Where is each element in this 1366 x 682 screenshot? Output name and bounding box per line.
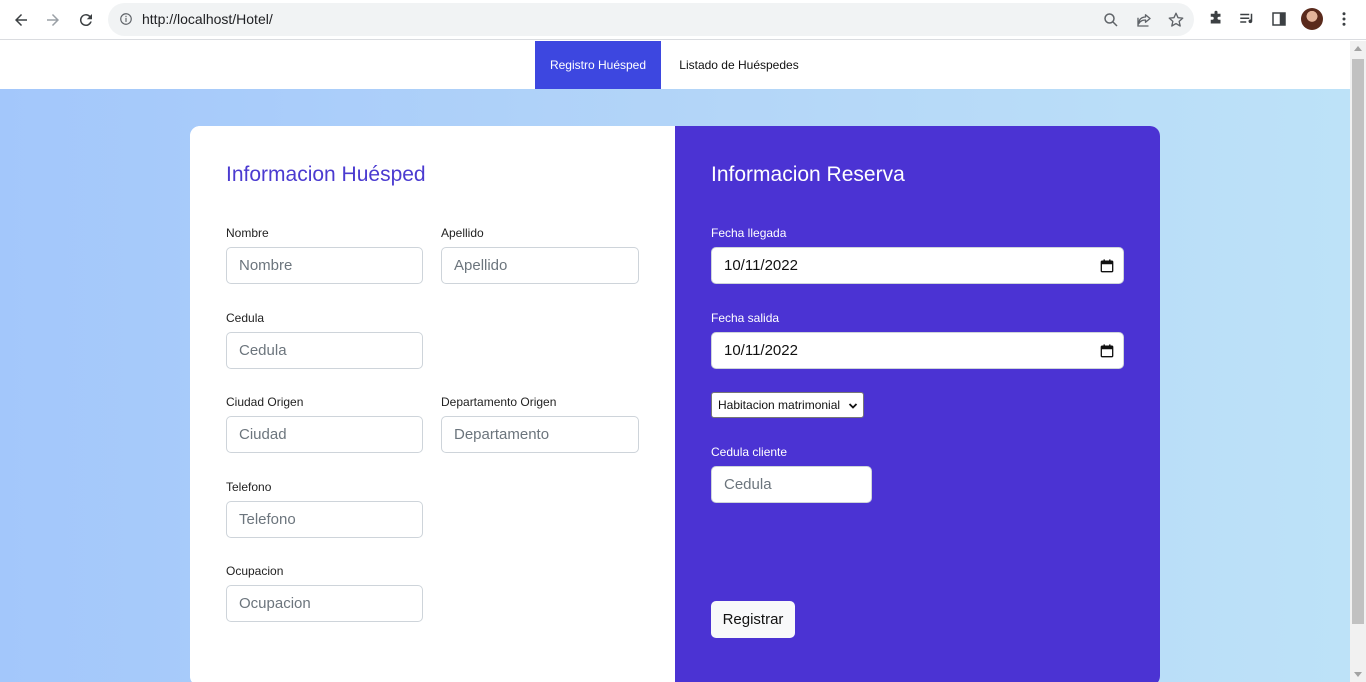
tab-listado-huespedes[interactable]: Listado de Huéspedes bbox=[669, 41, 809, 89]
share-icon[interactable] bbox=[1135, 11, 1153, 29]
nombre-label: Nombre bbox=[226, 226, 269, 240]
departamento-label: Departamento Origen bbox=[441, 395, 557, 409]
fecha-llegada-input[interactable]: 10/11/2022 bbox=[711, 247, 1124, 284]
bookmark-star-icon[interactable] bbox=[1167, 11, 1185, 29]
telefono-label: Telefono bbox=[226, 480, 272, 494]
chevron-down-icon bbox=[848, 403, 858, 409]
ocupacion-input[interactable] bbox=[226, 585, 423, 622]
address-bar[interactable]: http://localhost/Hotel/ bbox=[108, 3, 1194, 36]
scroll-thumb[interactable] bbox=[1352, 59, 1364, 624]
telefono-input[interactable] bbox=[226, 501, 423, 538]
reload-icon[interactable] bbox=[73, 8, 99, 32]
scroll-down-arrow-icon[interactable] bbox=[1354, 672, 1362, 677]
reservation-info-title: Informacion Reserva bbox=[711, 163, 905, 186]
menu-kebab-icon[interactable] bbox=[1335, 10, 1353, 28]
nombre-input[interactable] bbox=[226, 247, 423, 284]
room-type-select[interactable]: Habitacion matrimonial bbox=[711, 392, 864, 418]
media-queue-icon[interactable] bbox=[1238, 10, 1256, 28]
reservation-info-panel: Informacion Reserva Fecha llegada 10/11/… bbox=[675, 126, 1160, 682]
apellido-input[interactable] bbox=[441, 247, 639, 284]
ocupacion-label: Ocupacion bbox=[226, 564, 284, 578]
registration-card: Informacion Huésped Nombre Apellido Cedu… bbox=[190, 126, 1160, 682]
forward-arrow-icon[interactable] bbox=[40, 8, 66, 32]
info-icon[interactable] bbox=[119, 12, 133, 26]
fecha-salida-label: Fecha salida bbox=[711, 311, 780, 325]
extensions-puzzle-icon[interactable] bbox=[1207, 10, 1225, 28]
departamento-input[interactable] bbox=[441, 416, 639, 453]
apellido-label: Apellido bbox=[441, 226, 484, 240]
zoom-icon[interactable] bbox=[1102, 11, 1120, 29]
profile-avatar[interactable] bbox=[1301, 8, 1323, 30]
cedula-cliente-label: Cedula cliente bbox=[711, 445, 788, 459]
browser-toolbar: http://localhost/Hotel/ bbox=[0, 0, 1366, 40]
ciudad-label: Ciudad Origen bbox=[226, 395, 304, 409]
top-navigation: Registro Huésped Listado de Huéspedes bbox=[0, 41, 1350, 89]
calendar-icon[interactable] bbox=[1100, 259, 1114, 273]
page-scrollbar[interactable] bbox=[1350, 41, 1366, 682]
registrar-button[interactable]: Registrar bbox=[711, 601, 795, 638]
side-panel-icon[interactable] bbox=[1270, 10, 1288, 28]
fecha-salida-value: 10/11/2022 bbox=[724, 342, 798, 359]
cedula-input[interactable] bbox=[226, 332, 423, 369]
fecha-llegada-label: Fecha llegada bbox=[711, 226, 787, 240]
fecha-salida-input[interactable]: 10/11/2022 bbox=[711, 332, 1124, 369]
room-type-selected: Habitacion matrimonial bbox=[718, 398, 841, 412]
tab-registro-huesped[interactable]: Registro Huésped bbox=[535, 41, 661, 89]
cedula-cliente-input[interactable] bbox=[711, 466, 872, 503]
back-arrow-icon[interactable] bbox=[8, 8, 34, 32]
scroll-up-arrow-icon[interactable] bbox=[1354, 46, 1362, 51]
ciudad-input[interactable] bbox=[226, 416, 423, 453]
calendar-icon[interactable] bbox=[1100, 344, 1114, 358]
url-text[interactable]: http://localhost/Hotel/ bbox=[142, 11, 273, 27]
fecha-llegada-value: 10/11/2022 bbox=[724, 257, 798, 274]
hero-background: Informacion Huésped Nombre Apellido Cedu… bbox=[0, 89, 1350, 682]
page-viewport: Registro Huésped Listado de Huéspedes In… bbox=[0, 41, 1350, 682]
guest-info-title: Informacion Huésped bbox=[226, 163, 426, 186]
guest-info-panel: Informacion Huésped Nombre Apellido Cedu… bbox=[190, 126, 675, 682]
cedula-label: Cedula bbox=[226, 311, 265, 325]
